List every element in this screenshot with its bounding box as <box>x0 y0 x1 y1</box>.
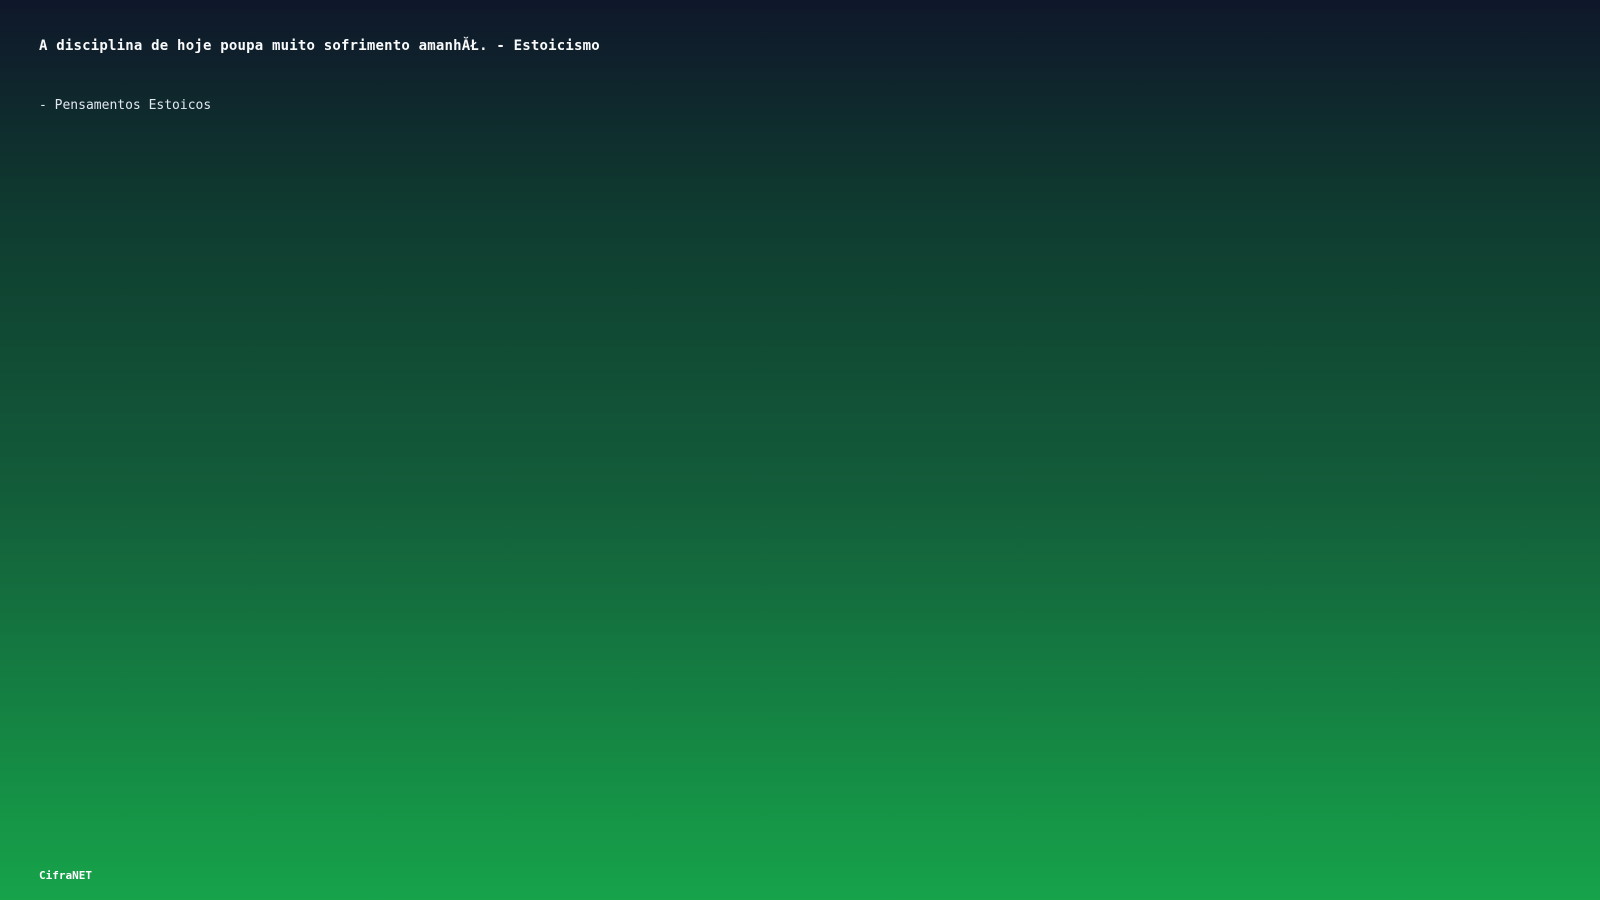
brand-label: CifraNET <box>39 869 92 882</box>
quote-author: - Pensamentos Estoicos <box>39 98 212 113</box>
quote-text: A disciplina de hoje poupa muito sofrime… <box>39 38 600 54</box>
